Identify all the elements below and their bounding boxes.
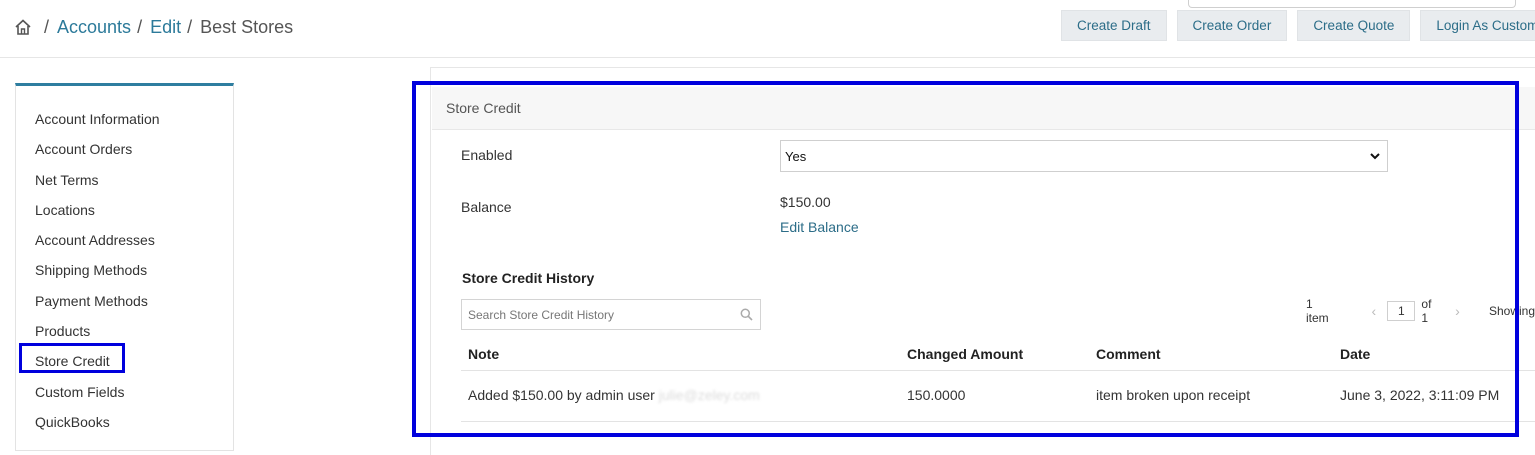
sidebar-highlight-box (19, 343, 125, 373)
create-draft-button[interactable]: Create Draft (1061, 10, 1167, 41)
header-actions: Create Draft Create Order Create Quote L… (1061, 10, 1535, 41)
pager-item-count: 1 item (1306, 297, 1329, 325)
sidebar-item-payment-methods[interactable]: Payment Methods (16, 286, 233, 316)
create-quote-button[interactable]: Create Quote (1297, 10, 1411, 41)
breadcrumb: / Accounts / Edit / Best Stores (14, 14, 293, 40)
store-credit-panel-header: Store Credit (432, 87, 1535, 130)
column-header-comment[interactable]: Comment (1096, 346, 1161, 362)
changed-amount-cell: 150.0000 (907, 387, 966, 403)
sidebar-item-account-information[interactable]: Account Information (16, 104, 233, 134)
edit-balance-link[interactable]: Edit Balance (780, 219, 859, 235)
sidebar-item-label: Locations (35, 201, 95, 218)
breadcrumb-current: Best Stores (200, 16, 294, 37)
enabled-label: Enabled (461, 147, 513, 163)
note-text: Added $150.00 by admin user (468, 387, 655, 403)
sidebar-item-label: Products (35, 323, 91, 340)
sidebar-item-label: Account Information (35, 111, 160, 127)
store-credit-history-title: Store Credit History (462, 270, 595, 286)
note-email-redacted: julie@zeley.com (658, 387, 760, 403)
sidebar-item-label: Shipping Methods (35, 262, 148, 279)
column-header-date[interactable]: Date (1340, 346, 1370, 362)
balance-value: $150.00 (780, 194, 831, 210)
comment-cell: item broken upon receipt (1096, 387, 1251, 403)
sidebar-item-products[interactable]: Products (16, 316, 233, 346)
sidebar-item-net-terms[interactable]: Net Terms (16, 165, 233, 195)
pager-prev-icon[interactable]: ‹ (1366, 303, 1381, 319)
account-sidebar: Account Information Account Orders Net T… (15, 83, 234, 451)
history-search-box (461, 299, 761, 330)
enabled-select-value: Yes (785, 148, 807, 164)
pager-next-icon[interactable]: › (1450, 303, 1465, 319)
sidebar-item-label: QuickBooks (35, 413, 110, 430)
search-icon[interactable] (740, 308, 753, 321)
breadcrumb-accounts-link[interactable]: Accounts (57, 17, 131, 38)
history-table-header: Note Changed Amount Comment Date (461, 346, 1535, 371)
sidebar-nav: Account Information Account Orders Net T… (16, 86, 233, 437)
sidebar-item-label: Net Terms (35, 171, 99, 188)
breadcrumb-edit-link[interactable]: Edit (150, 17, 181, 38)
pager-showing-label: Showing (1488, 304, 1535, 318)
balance-label: Balance (461, 199, 512, 215)
sidebar-item-account-orders[interactable]: Account Orders (16, 134, 233, 164)
pager-of-total: of 1 (1421, 297, 1432, 325)
sidebar-item-quickbooks[interactable]: QuickBooks (16, 407, 233, 437)
enabled-select[interactable]: Yes (780, 140, 1388, 172)
sidebar-item-locations[interactable]: Locations (16, 195, 233, 225)
pager-page-input[interactable]: 1 (1387, 301, 1416, 321)
panel-title: Store Credit (446, 100, 521, 116)
sidebar-item-shipping-methods[interactable]: Shipping Methods (16, 255, 233, 285)
sidebar-item-label: Payment Methods (35, 292, 148, 309)
history-pager: 1 item ‹ 1 of 1 › Showing (1306, 297, 1535, 325)
note-cell: Added $150.00 by admin user julie@zeley.… (468, 387, 760, 403)
chevron-down-icon (1370, 153, 1380, 160)
table-row: Added $150.00 by admin user julie@zeley.… (461, 371, 1535, 422)
breadcrumb-separator: / (44, 16, 50, 37)
sidebar-item-label: Account Orders (35, 141, 133, 158)
breadcrumb-separator: / (187, 16, 193, 37)
login-as-customer-button[interactable]: Login As Customer (1420, 10, 1535, 41)
sidebar-item-label: Custom Fields (35, 383, 125, 400)
sidebar-item-custom-fields[interactable]: Custom Fields (16, 377, 233, 407)
create-order-button[interactable]: Create Order (1176, 10, 1288, 41)
breadcrumb-separator: / (137, 16, 143, 37)
home-icon[interactable] (14, 18, 32, 36)
top-bar: / Accounts / Edit / Best Stores Create D… (0, 0, 1535, 58)
history-search-input[interactable] (462, 300, 732, 329)
date-cell: June 3, 2022, 3:11:09 PM (1340, 387, 1500, 403)
sidebar-item-account-addresses[interactable]: Account Addresses (16, 225, 233, 255)
sidebar-item-label: Account Addresses (35, 232, 155, 249)
dropdown-popup-edge (1188, 0, 1516, 8)
column-header-changed-amount[interactable]: Changed Amount (907, 346, 1023, 362)
column-header-note[interactable]: Note (468, 346, 499, 362)
